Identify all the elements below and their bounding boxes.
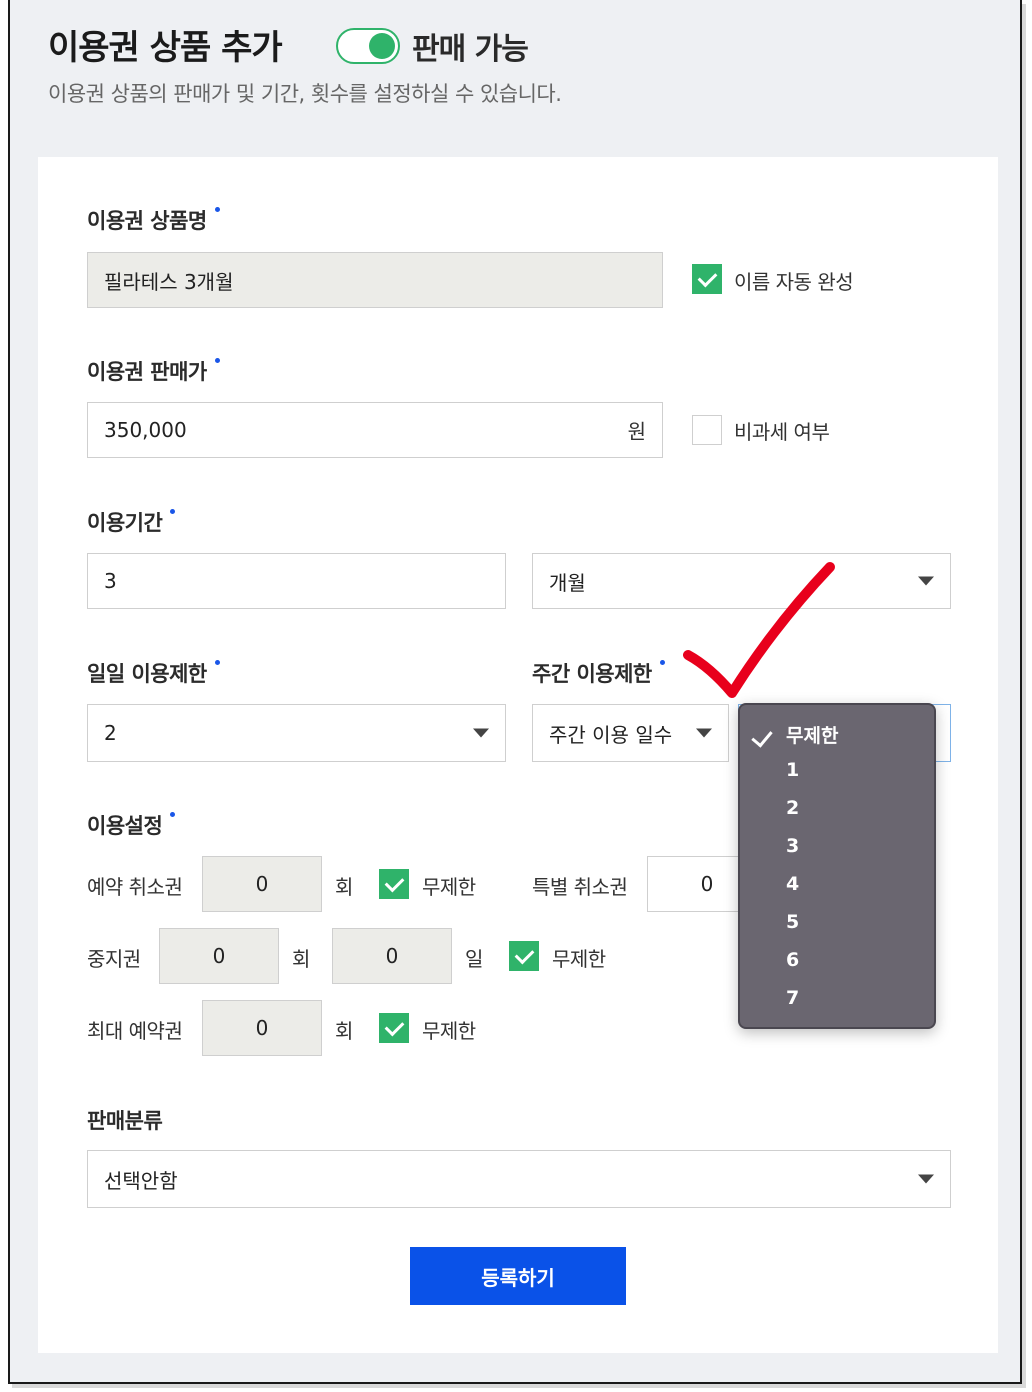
period-label: 이용기간 <box>87 507 176 537</box>
special-cancel-value: 0 <box>700 872 714 896</box>
weekly-limit-label: 주간 이용제한 <box>532 658 665 688</box>
daily-limit-value: 2 <box>104 721 117 745</box>
max-reserve-unlimited-checkbox[interactable] <box>379 1013 409 1043</box>
required-dot <box>170 812 176 817</box>
price-label: 이용권 판매가 <box>87 356 220 386</box>
dropdown-option[interactable]: 무제한 <box>786 721 838 748</box>
period-input[interactable]: 3 <box>87 553 506 609</box>
cancel-count-input[interactable]: 0 <box>202 856 322 912</box>
price-input[interactable]: 350,000 원 <box>87 402 663 458</box>
dropdown-option[interactable]: 3 <box>786 835 799 857</box>
chevron-down-icon <box>696 728 712 738</box>
taxfree-label: 비과세 여부 <box>734 420 830 444</box>
weekly-limit-type-value: 주간 이용 일수 <box>549 722 673 747</box>
max-reserve-unlimited-label: 무제한 <box>422 1019 476 1043</box>
dropdown-option[interactable]: 7 <box>786 987 799 1009</box>
category-value: 선택안함 <box>104 1168 178 1193</box>
cancel-unit: 회 <box>335 875 353 899</box>
cancel-label: 예약 취소권 <box>87 875 183 899</box>
max-reserve-label: 최대 예약권 <box>87 1019 183 1043</box>
daily-limit-select[interactable]: 2 <box>87 704 506 762</box>
period-value: 3 <box>104 569 117 593</box>
name-label: 이용권 상품명 <box>87 205 220 235</box>
pause-days-unit: 일 <box>465 947 483 971</box>
cancel-unlimited-label: 무제한 <box>422 875 476 899</box>
sale-toggle[interactable] <box>336 28 400 64</box>
pause-count-input[interactable]: 0 <box>159 928 279 984</box>
weekly-limit-dropdown-menu: 무제한 1 2 3 4 5 6 7 <box>738 703 936 1029</box>
category-label: 판매분류 <box>87 1109 163 1133</box>
pause-count-unit: 회 <box>292 947 310 971</box>
pause-count-value: 0 <box>212 944 226 968</box>
required-dot <box>659 660 665 665</box>
page-title: 이용권 상품 추가 <box>48 28 283 68</box>
dropdown-option[interactable]: 5 <box>786 911 799 933</box>
pause-days-input[interactable]: 0 <box>332 928 452 984</box>
pause-unlimited-label: 무제한 <box>552 947 606 971</box>
submit-button[interactable]: 등록하기 <box>410 1247 626 1305</box>
autocomplete-checkbox[interactable] <box>692 264 722 294</box>
max-reserve-value: 0 <box>255 1016 269 1040</box>
name-input[interactable]: 필라테스 3개월 <box>87 252 663 308</box>
name-value: 필라테스 3개월 <box>104 269 234 294</box>
required-dot <box>170 509 176 514</box>
annotation-stroke <box>683 562 835 698</box>
period-unit-value: 개월 <box>549 570 586 595</box>
pause-unlimited-checkbox[interactable] <box>509 941 539 971</box>
max-reserve-unit: 회 <box>335 1019 353 1043</box>
check-icon <box>751 725 773 748</box>
annotation-checkmark-icon <box>683 562 835 698</box>
toggle-knob <box>369 33 395 59</box>
chevron-down-icon <box>473 728 489 738</box>
autocomplete-label: 이름 자동 완성 <box>734 270 854 294</box>
daily-limit-label: 일일 이용제한 <box>87 658 220 688</box>
max-reserve-input[interactable]: 0 <box>202 1000 322 1056</box>
dropdown-option[interactable]: 2 <box>786 797 799 819</box>
price-unit: 원 <box>627 419 646 444</box>
dropdown-option[interactable]: 1 <box>786 759 799 781</box>
chevron-down-icon <box>918 576 934 586</box>
chevron-down-icon <box>918 1174 934 1184</box>
pause-label: 중지권 <box>87 947 141 971</box>
cancel-count-value: 0 <box>255 872 269 896</box>
settings-label: 이용설정 <box>87 810 176 840</box>
required-dot <box>214 660 220 665</box>
pause-days-value: 0 <box>385 944 399 968</box>
page-subtitle: 이용권 상품의 판매가 및 기간, 횟수를 설정하실 수 있습니다. <box>48 82 562 106</box>
dropdown-option[interactable]: 6 <box>786 949 799 971</box>
required-dot <box>214 358 220 363</box>
sale-toggle-label: 판매 가능 <box>412 32 529 67</box>
special-cancel-label: 특별 취소권 <box>532 875 628 899</box>
category-select[interactable]: 선택안함 <box>87 1150 951 1208</box>
required-dot <box>214 207 220 212</box>
taxfree-checkbox[interactable] <box>692 415 722 445</box>
dropdown-option[interactable]: 4 <box>786 873 799 895</box>
weekly-limit-type-select[interactable]: 주간 이용 일수 <box>532 704 729 762</box>
cancel-unlimited-checkbox[interactable] <box>379 869 409 899</box>
price-value: 350,000 <box>104 418 187 442</box>
